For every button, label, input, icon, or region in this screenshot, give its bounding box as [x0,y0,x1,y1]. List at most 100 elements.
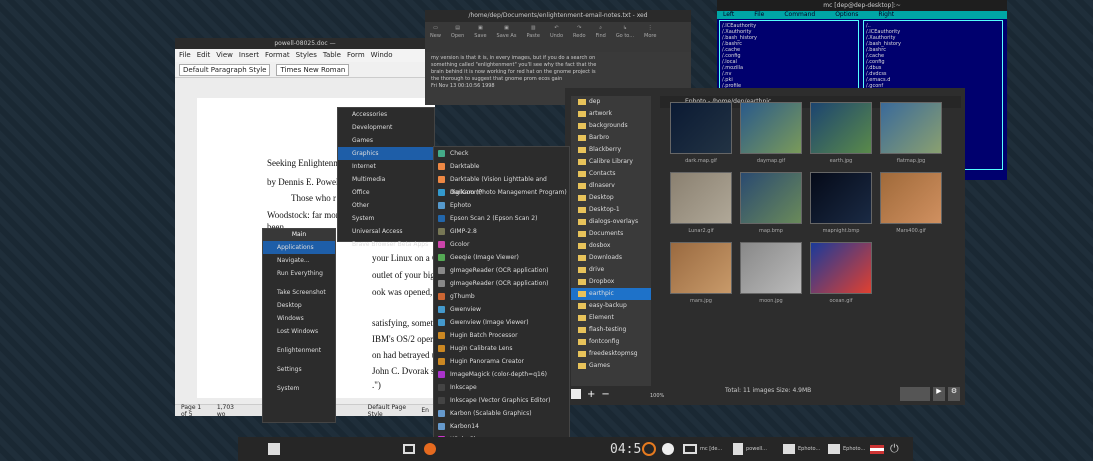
folder-item[interactable]: backgrounds [571,120,651,132]
mc-menu-command[interactable]: Command [784,11,815,19]
submenu-item[interactable]: Hugin Panorama Creator [434,355,569,368]
submenu-item[interactable]: gImageReader (OCR application) [434,264,569,277]
menu-insert[interactable]: Insert [239,51,259,60]
play-icon[interactable]: ▶ [933,387,945,401]
submenu-item[interactable]: Karbon (Scalable Graphics) [434,407,569,420]
folder-item[interactable]: Contacts [571,168,651,180]
submenu-item[interactable]: Inkscape (Vector Graphics Editor) [434,394,569,407]
taskbar-item[interactable]: Ephoto... [783,440,820,458]
submenu-item[interactable]: Gcolor [434,238,569,251]
mc-menu-options[interactable]: Options [835,11,858,19]
submenu-item[interactable]: Accessories [338,108,434,121]
add-icon[interactable]: + [587,389,595,400]
thumbnail[interactable] [670,242,732,294]
font-name-select[interactable]: Times New Roman [276,63,350,76]
submenu-item[interactable]: Darktable (Vision Lighttable and Darkroo… [434,173,569,196]
firefox-icon[interactable] [424,440,436,458]
submenu-item[interactable]: Ephoto [434,199,569,212]
folder-item[interactable]: Documents [571,228,651,240]
submenu-item[interactable]: Gwenview [434,303,569,316]
folder-item[interactable]: Blackberry [571,144,651,156]
us-flag-icon[interactable] [870,440,884,458]
thumbnail[interactable] [880,102,942,154]
mc-menu-left[interactable]: Left [723,11,734,19]
submenu-item[interactable]: Multimedia [338,173,434,186]
folder-item[interactable]: easy-backup [571,300,651,312]
open-button[interactable]: ▤ Open [451,25,464,49]
main-menu-item[interactable]: Windows [263,312,335,325]
folder-item[interactable]: dosbox [571,240,651,252]
taskbar-item[interactable]: Ephoto... [828,440,865,458]
xed-text-area[interactable]: my version is that it is, in every image… [425,52,691,93]
more-button[interactable]: ⋮ More [644,25,656,49]
submenu-item[interactable]: GIMP-2.8 [434,225,569,238]
folder-tree[interactable]: dep artwork backgrounds Barbro Blackberry Cal… [571,96,651,386]
submenu-item[interactable]: Office [338,186,434,199]
new-button[interactable]: ▭ New [430,25,441,49]
save-as-button[interactable]: ▣ Save As [497,25,517,49]
submenu-item[interactable]: Brave Browser Beta Apps [338,238,434,251]
submenu-item[interactable]: Other [338,199,434,212]
thumbnail[interactable] [810,102,872,154]
menu-form[interactable]: Form [347,51,365,60]
folder-item[interactable]: Games [571,360,651,372]
thumbnail[interactable] [810,172,872,224]
taskbar-item[interactable]: powell... [733,440,767,458]
mc-menu-file[interactable]: File [754,11,764,19]
find-button[interactable]: ⌕ Find [596,25,606,49]
menu-window[interactable]: Windo [371,51,393,60]
folder-item[interactable]: Downloads [571,252,651,264]
submenu-item[interactable]: gThumb [434,290,569,303]
submenu-item[interactable]: Hugin Batch Processor [434,329,569,342]
paste-button[interactable]: ▥ Paste [526,25,540,49]
submenu-item[interactable]: gImageReader (OCR application) [434,277,569,290]
main-menu-item[interactable]: Run Everything [263,267,335,280]
sort-button[interactable] [900,387,930,401]
thumbnail[interactable] [740,102,802,154]
folder-item[interactable]: Calibre Library [571,156,651,168]
thumbnail[interactable] [740,172,802,224]
submenu-item[interactable]: digiKam (Photo Management Program) [434,186,569,199]
remove-icon[interactable]: − [601,389,609,400]
folder-item[interactable]: Desktop [571,192,651,204]
main-menu-item[interactable]: System [263,382,335,395]
menu-styles[interactable]: Styles [296,51,317,60]
main-menu-item[interactable]: Take Screenshot [263,286,335,299]
menu-view[interactable]: View [216,51,233,60]
main-menu-item[interactable]: Settings [263,363,335,376]
submenu-item[interactable]: Inkscape [434,381,569,394]
folder-item[interactable]: dialogs-overlays [571,216,651,228]
undo-button[interactable]: ↶ Undo [550,25,563,49]
submenu-item[interactable]: Gwenview (Image Viewer) [434,316,569,329]
folder-item[interactable]: Desktop-1 [571,204,651,216]
main-menu-item[interactable]: Applications [263,241,335,254]
menu-format[interactable]: Format [265,51,290,60]
thumbnail[interactable] [670,102,732,154]
submenu-item[interactable]: Internet [338,160,434,173]
mc-menu-right[interactable]: Right [878,11,894,19]
thumbnail[interactable] [670,172,732,224]
menu-file[interactable]: File [179,51,191,60]
folder-item[interactable]: earthpic [571,288,651,300]
save-button[interactable]: ▣ Save [474,25,486,49]
main-menu-item[interactable]: Enlightenment [263,344,335,357]
folder-item[interactable]: Dropbox [571,276,651,288]
submenu-item[interactable]: System [338,212,434,225]
paragraph-style-select[interactable]: Default Paragraph Style [179,63,271,76]
main-menu-item[interactable]: Navigate... [263,254,335,267]
folder-item[interactable]: freedesktopmsg [571,348,651,360]
folder-item[interactable]: artwork [571,108,651,120]
settings-icon[interactable]: ⚙ [948,387,960,401]
main-menu-item[interactable]: Lost Windows [263,325,335,338]
main-menu-item[interactable]: Desktop [263,299,335,312]
taskbar-item[interactable]: mc [de... [683,440,722,458]
folder-item[interactable]: Element [571,312,651,324]
submenu-item[interactable]: Games [338,134,434,147]
submenu-item[interactable]: Epson Scan 2 (Epson Scan 2) [434,212,569,225]
goto-button[interactable]: ↳ Go to... [616,25,634,49]
submenu-item[interactable]: ImageMagick (color-depth=q16) [434,368,569,381]
folder-item[interactable]: Barbro [571,132,651,144]
submenu-item[interactable]: Development [338,121,434,134]
submenu-item[interactable]: Karbon14 [434,420,569,433]
files-icon[interactable] [268,440,280,458]
